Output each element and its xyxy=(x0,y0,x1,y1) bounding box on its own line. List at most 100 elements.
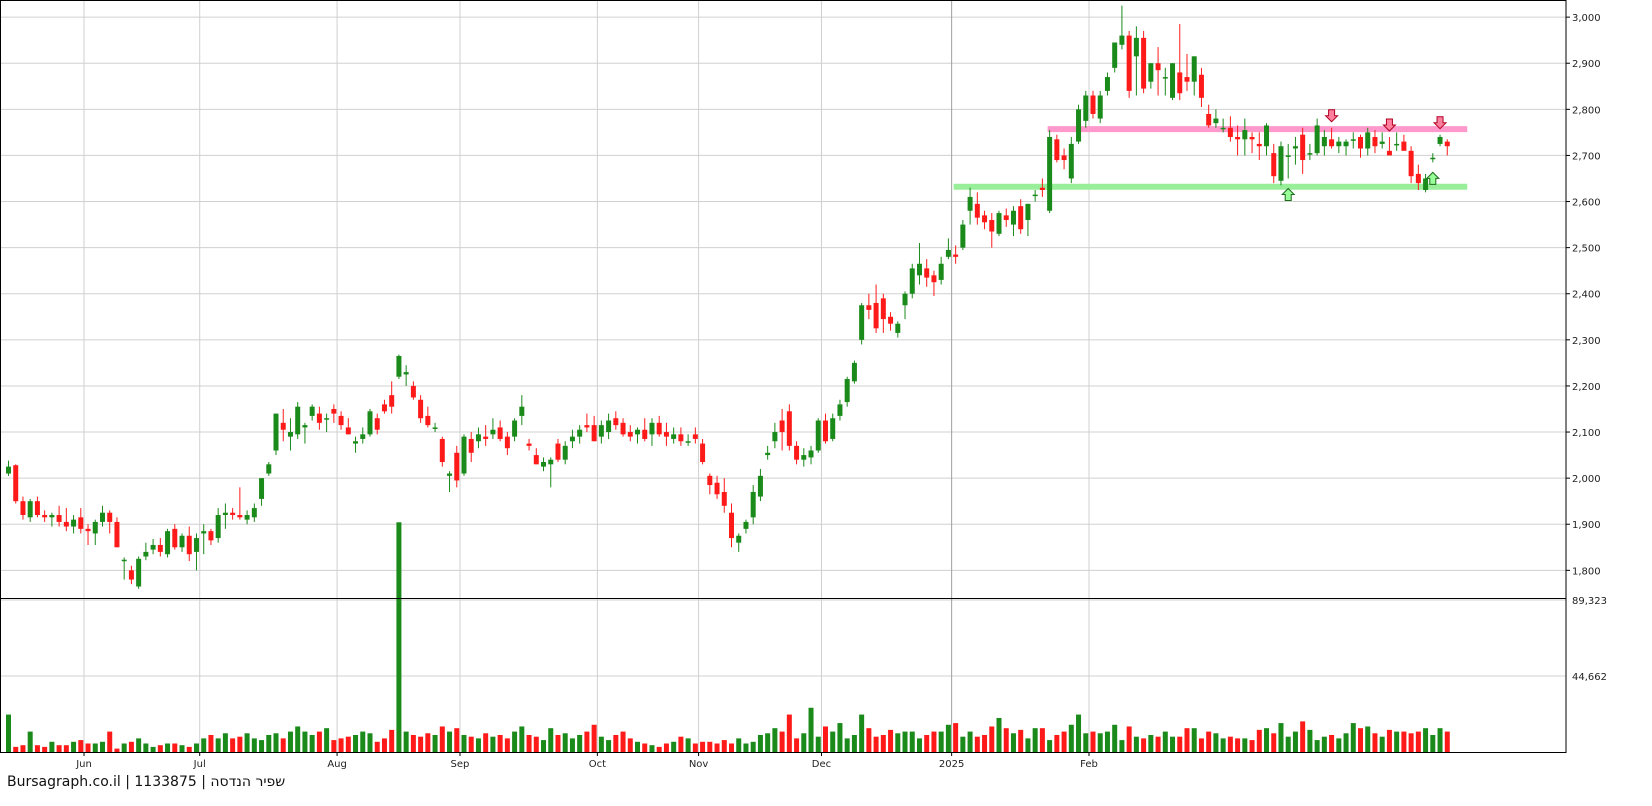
volume-bar xyxy=(729,743,734,752)
volume-bar xyxy=(468,736,474,752)
volume-bar xyxy=(519,726,525,752)
volume-bar xyxy=(78,740,84,752)
candle-body xyxy=(1365,132,1371,149)
volume-bar xyxy=(121,743,127,752)
volume-bar xyxy=(649,745,655,752)
candle-body xyxy=(916,263,922,276)
price-chart: 1,800 1,900 2,000 2,100 2,200 2,300 2,400 2,500… xyxy=(0,0,1652,806)
candle-body xyxy=(794,445,800,460)
volume-bar xyxy=(114,748,120,752)
candle-body xyxy=(866,305,872,310)
candle-body xyxy=(150,544,156,550)
volume-bar xyxy=(360,731,366,752)
candle-body xyxy=(1133,37,1139,57)
watermark-label: Bursagraph.co.il | 1133875 | שפיר הנדסה xyxy=(4,774,289,790)
volume-bar xyxy=(1350,723,1356,752)
candle-body xyxy=(186,535,192,555)
candle-body xyxy=(801,455,807,460)
candle-body xyxy=(642,429,648,439)
candle-body xyxy=(700,443,706,463)
candle-body xyxy=(316,413,322,423)
candle-body xyxy=(851,362,857,382)
volume-bar xyxy=(1415,731,1421,752)
volume-bar xyxy=(208,734,214,752)
volume-bar xyxy=(410,734,416,752)
candle-body xyxy=(85,528,91,532)
volume-bar xyxy=(757,734,763,752)
volume-bar xyxy=(1126,726,1132,752)
candle-body xyxy=(909,268,915,294)
candle-body xyxy=(678,434,684,442)
candle-body xyxy=(1039,187,1045,191)
candle-body xyxy=(273,413,279,451)
volume-bar xyxy=(692,743,698,752)
candle-body xyxy=(1444,141,1450,147)
candle-body xyxy=(1408,150,1414,177)
candle-body xyxy=(497,427,503,439)
candle-body xyxy=(468,438,474,453)
time-tick-label: 2025 xyxy=(939,759,964,770)
candle-body xyxy=(1314,125,1320,154)
candle-body xyxy=(591,425,597,442)
candle-body xyxy=(1155,63,1161,71)
volume-tick-label: 89,323 xyxy=(1572,596,1607,607)
volume-bar xyxy=(909,731,915,752)
candle-body xyxy=(888,316,894,324)
candle-body xyxy=(34,501,40,516)
candle-body xyxy=(1430,157,1436,160)
volume-bar xyxy=(432,734,438,752)
volume-bar xyxy=(280,738,286,752)
candle-body xyxy=(128,570,134,580)
candle-body xyxy=(974,203,980,218)
candle-body xyxy=(1307,153,1313,155)
time-tick-label: Sep xyxy=(451,759,470,770)
volume-bar xyxy=(1264,728,1270,752)
price-tick-label: 2,600 xyxy=(1572,198,1601,209)
volume-bar xyxy=(1408,733,1414,752)
volume-bar xyxy=(801,733,807,752)
volume-bar xyxy=(786,714,792,752)
volume-bar xyxy=(888,729,894,752)
volume-bar xyxy=(1054,734,1060,752)
candle-body xyxy=(902,293,908,306)
candle-body xyxy=(461,436,467,474)
volume-bar xyxy=(92,743,98,752)
volume-bar xyxy=(1090,731,1096,752)
candle-body xyxy=(107,512,113,522)
volume-bar xyxy=(201,738,207,752)
candle-body xyxy=(193,538,199,552)
volume-bar xyxy=(1003,728,1009,752)
candle-body xyxy=(765,452,771,456)
candle-body xyxy=(989,219,995,232)
candle-body xyxy=(331,408,337,414)
volume-bar xyxy=(165,743,171,752)
volume-bar xyxy=(627,738,633,752)
candle-body xyxy=(114,521,120,548)
volume-bar xyxy=(837,723,843,752)
price-tick-label: 3,000 xyxy=(1572,13,1601,24)
candle-body xyxy=(1343,141,1349,147)
candle-body xyxy=(360,434,366,439)
candle-body xyxy=(1278,146,1284,181)
candle-body xyxy=(1213,118,1219,124)
candle-body xyxy=(78,517,84,529)
candle-body xyxy=(895,323,901,333)
candle-body xyxy=(1227,127,1233,137)
price-tick-label: 2,100 xyxy=(1572,428,1601,439)
volume-bar xyxy=(916,738,922,752)
volume-bar xyxy=(822,726,828,752)
volume-bar xyxy=(143,743,149,752)
candle-body xyxy=(1003,215,1009,220)
volume-bar xyxy=(1177,736,1183,752)
candle-body xyxy=(280,422,286,430)
volume-bar xyxy=(1170,736,1176,752)
volume-bar xyxy=(859,714,865,752)
volume-bar xyxy=(1437,728,1443,752)
volume-bar xyxy=(512,731,518,752)
volume-bar xyxy=(721,740,727,752)
volume-bar xyxy=(251,738,257,752)
candle-body xyxy=(569,436,575,442)
candle-body xyxy=(432,427,438,429)
volume-bar xyxy=(1076,714,1082,752)
candle-body xyxy=(1104,77,1110,91)
